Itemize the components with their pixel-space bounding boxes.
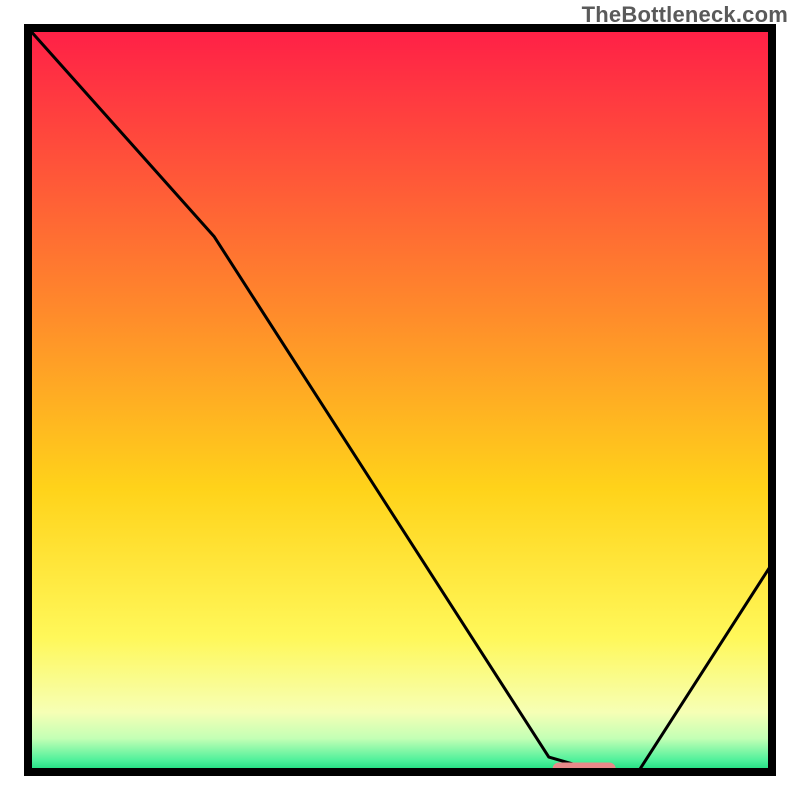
bottleneck-chart: [0, 0, 800, 800]
watermark-text: TheBottleneck.com: [582, 2, 788, 28]
plot-background: [28, 28, 772, 772]
chart-container: TheBottleneck.com: [0, 0, 800, 800]
